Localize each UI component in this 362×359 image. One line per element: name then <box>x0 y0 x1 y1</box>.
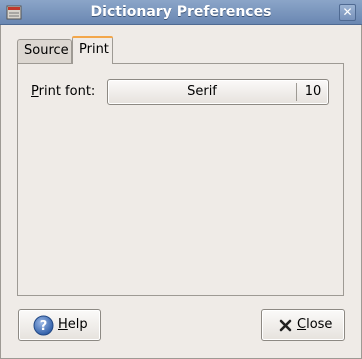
close-button[interactable]: Close <box>261 309 345 341</box>
font-button-separator <box>296 83 297 101</box>
font-name-value: Serif <box>187 84 217 99</box>
tab-print[interactable]: Print <box>72 36 113 64</box>
window-close-button[interactable]: ✕ <box>339 4 356 21</box>
close-button-label: Close <box>297 317 333 332</box>
close-icon <box>279 319 292 332</box>
help-icon: ? <box>33 315 54 336</box>
close-icon: ✕ <box>342 5 353 19</box>
help-button[interactable]: ? Help <box>18 309 101 341</box>
print-font-button[interactable]: Serif 10 <box>107 79 329 105</box>
tab-source[interactable]: Source <box>17 39 72 63</box>
window-title: Dictionary Preferences <box>90 4 272 20</box>
font-size-value: 10 <box>304 84 322 99</box>
help-button-label: Help <box>58 317 88 332</box>
svg-text:?: ? <box>40 319 48 334</box>
print-font-label: Print font: <box>31 84 96 99</box>
title-bar[interactable]: Dictionary Preferences ✕ <box>0 0 362 25</box>
